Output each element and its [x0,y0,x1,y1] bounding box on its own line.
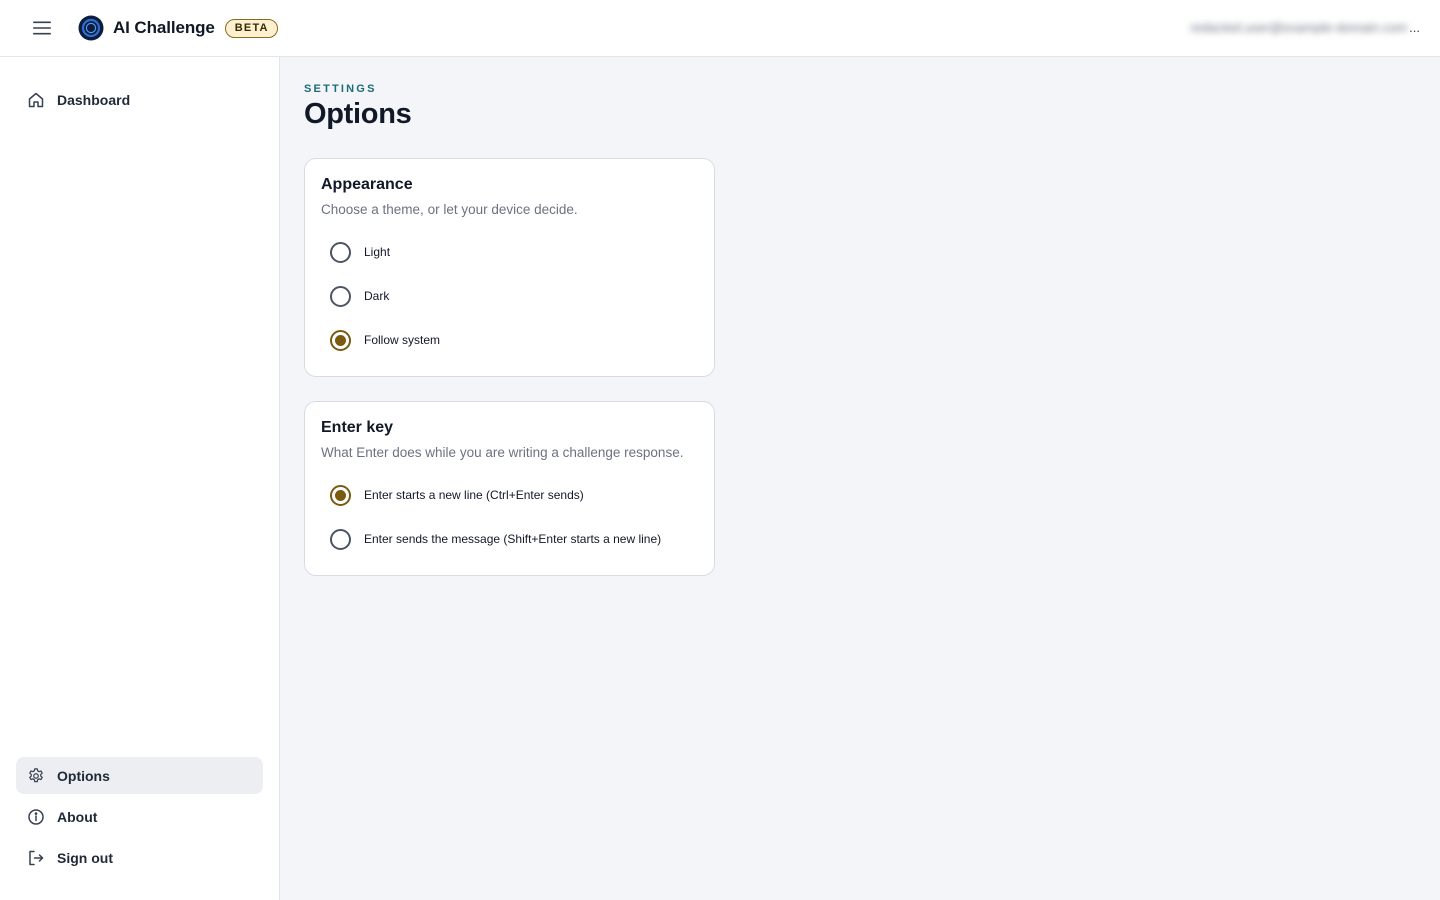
option-label: Dark [364,289,390,303]
enter-option-newline[interactable]: Enter starts a new line (Ctrl+Enter send… [321,477,592,513]
brand[interactable]: AI Challenge BETA [78,14,278,42]
theme-system-radio[interactable] [330,329,351,351]
card-description: What Enter does while you are writing a … [321,445,684,460]
gear-icon [27,767,45,785]
theme-option-dark[interactable]: Dark [321,278,397,314]
theme-option-light[interactable]: Light [321,234,398,270]
sidebar-item-sign-out[interactable]: Sign out [16,839,263,876]
enter-key-card: Enter key What Enter does while you are … [304,401,715,576]
option-label: Enter sends the message (Shift+Enter sta… [364,532,662,546]
app-title: AI Challenge [113,18,215,37]
home-icon [27,91,45,109]
sidebar-item-label: About [57,808,98,825]
info-icon [27,808,45,826]
sidebar-item-about[interactable]: About [16,798,263,835]
enter-newline-radio[interactable] [330,484,351,506]
enter-option-send[interactable]: Enter sends the message (Shift+Enter sta… [321,521,669,557]
card-title: Appearance [321,176,413,193]
menu-button[interactable] [22,12,62,44]
theme-light-radio[interactable] [330,241,351,263]
card-title: Enter key [321,419,394,436]
sign-out-icon [27,849,45,867]
sidebar-item-label: Options [57,767,110,784]
option-label: Follow system [364,333,441,347]
appearance-card: Appearance Choose a theme, or let your d… [304,158,715,377]
account-ellipsis: ... [1409,20,1420,35]
app-logo-icon [78,15,104,41]
sidebar-item-label: Sign out [57,849,113,866]
account-name: redacted.user@example-domain.com [1190,20,1408,35]
sidebar-item-dashboard[interactable]: Dashboard [16,81,263,118]
top-bar: AI Challenge BETA redacted.user@example-… [0,0,1440,57]
sidebar-item-label: Dashboard [57,91,131,108]
option-label: Enter starts a new line (Ctrl+Enter send… [364,488,584,502]
page-title: Options [304,98,412,130]
account-menu[interactable]: redacted.user@example-domain.com ... [1190,20,1420,35]
theme-option-system[interactable]: Follow system [321,322,448,358]
beta-badge: BETA [224,18,278,38]
main-content: SETTINGS Options Appearance Choose a the… [280,57,1440,900]
card-description: Choose a theme, or let your device decid… [321,202,578,217]
enter-send-radio[interactable] [330,528,351,550]
theme-dark-radio[interactable] [330,285,351,307]
section-eyebrow: SETTINGS [304,83,377,95]
hamburger-icon [33,21,51,35]
sidebar-item-options[interactable]: Options [16,757,263,794]
option-label: Light [364,245,391,259]
sidebar: Dashboard Options About Sign out [0,57,280,900]
